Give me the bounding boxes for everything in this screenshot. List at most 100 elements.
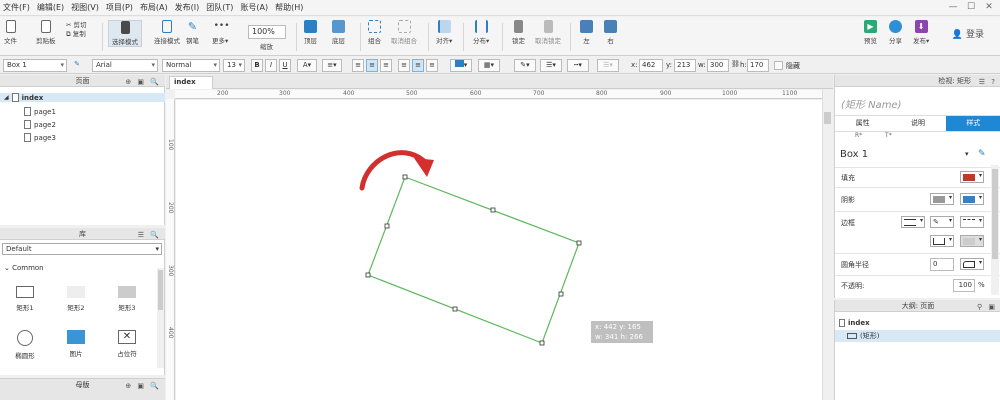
tab-style[interactable]: 样式	[945, 116, 1000, 131]
page-item-index[interactable]: ◢ index	[0, 93, 165, 102]
library-scrollbar[interactable]	[157, 268, 164, 368]
bold-button[interactable]: B	[251, 59, 263, 72]
close-icon[interactable]: ✕	[980, 0, 998, 14]
widget-box1[interactable]: 矩形1	[5, 286, 45, 312]
outline-header-icons[interactable]: ⚲ ▣	[977, 301, 997, 313]
group-button[interactable]: 组合	[368, 20, 381, 45]
shadow-color-picker[interactable]	[960, 193, 984, 205]
widget-style-select[interactable]: Box 1	[3, 59, 67, 72]
login-button[interactable]: 👤 登录	[952, 27, 984, 40]
inspector-scrollbar[interactable]	[991, 165, 999, 295]
height-input[interactable]: 170	[747, 59, 769, 72]
arrow-style-button[interactable]: ☰▾	[597, 59, 619, 72]
paste-button[interactable]: 剪贴板	[36, 20, 56, 45]
style-edit-icon[interactable]: ✎	[978, 149, 986, 159]
border-style-picker[interactable]	[960, 216, 984, 228]
tab-index[interactable]: index ×	[169, 76, 213, 97]
highlight-button[interactable]: ≡▾	[322, 59, 342, 72]
master-header-icons[interactable]: ⊕ ▣ 🔍	[125, 380, 161, 392]
valign-middle-button[interactable]: ≡	[412, 59, 424, 72]
font-size-select[interactable]: 13	[223, 59, 245, 72]
valign-top-button[interactable]: ≡	[398, 59, 410, 72]
ungroup-button[interactable]: 取消组合	[391, 20, 417, 45]
align-button[interactable]: 对齐▾	[436, 20, 452, 45]
menu-edit[interactable]: 编辑(E)	[37, 2, 64, 13]
library-select[interactable]: Default	[2, 243, 162, 255]
maximize-icon[interactable]: ☐	[962, 0, 980, 14]
right-button[interactable]: 右	[604, 20, 617, 45]
style-name-select[interactable]: Box 1	[840, 149, 868, 160]
fill-color-picker[interactable]	[960, 171, 984, 183]
inspector-header-icons[interactable]: ☰ ?	[979, 76, 997, 88]
border-width-picker[interactable]	[901, 216, 925, 228]
align-left-text-button[interactable]: ≡	[352, 59, 364, 72]
lock-button[interactable]: 锁定	[512, 20, 525, 45]
arrow-picker[interactable]	[960, 235, 984, 247]
link-aspect-icon[interactable]: ⛓	[731, 59, 740, 72]
left-button[interactable]: 左	[580, 20, 593, 45]
style-dropdown-icon[interactable]: ▾	[965, 150, 969, 158]
library-group-common[interactable]: ⌄ Common	[4, 264, 44, 272]
publish-button[interactable]: ⬇ 发布▾	[913, 20, 929, 45]
shadow-type-picker[interactable]	[930, 193, 954, 205]
widget-box2[interactable]: 矩形2	[56, 286, 96, 312]
align-center-text-button[interactable]: ≡	[366, 59, 378, 72]
library-header-icons[interactable]: ☰ 🔍	[138, 229, 161, 241]
font-family-select[interactable]: Arial	[92, 59, 158, 72]
widget-image[interactable]: 图片	[56, 330, 96, 358]
widget-placeholder[interactable]: ✕ 占位符	[107, 330, 147, 358]
menu-publish[interactable]: 发布(I)	[175, 2, 200, 13]
line-style-button[interactable]: ┅▾	[567, 59, 589, 72]
bring-to-top-button[interactable]: 顶层	[304, 20, 317, 45]
pen-button[interactable]: ✎ 钢笔	[186, 20, 199, 45]
menu-view[interactable]: 视图(V)	[71, 2, 99, 13]
style-edit-icon[interactable]: ✎	[71, 59, 83, 72]
menu-help[interactable]: 帮助(H)	[275, 2, 303, 13]
cut-button[interactable]: ✂ 剪切	[66, 21, 87, 30]
pages-header-icons[interactable]: ⊕ ▣ 🔍	[125, 76, 161, 88]
select-mode-button[interactable]: 选择模式	[108, 20, 142, 47]
send-to-bottom-button[interactable]: 底层	[332, 20, 345, 45]
connect-mode-button[interactable]: 连接模式	[154, 20, 180, 45]
copy-button[interactable]: ⧉ 复制	[66, 30, 87, 39]
page-item-page3[interactable]: page3	[24, 133, 56, 142]
line-color-button[interactable]: ✎▾	[514, 59, 536, 72]
page-item-page1[interactable]: page1	[24, 107, 56, 116]
zoom-select[interactable]: 100%	[248, 25, 286, 39]
line-width-button[interactable]: ☰▾	[540, 59, 562, 72]
tab-notes[interactable]: 说明	[890, 116, 945, 131]
shape-name-input[interactable]: (矩形 Name)	[841, 96, 901, 111]
border-sides-picker[interactable]	[930, 235, 954, 247]
fill-color-button[interactable]: ▾	[450, 59, 472, 72]
menu-team[interactable]: 团队(T)	[206, 2, 233, 13]
align-right-text-button[interactable]: ≡	[380, 59, 392, 72]
rotated-rectangle[interactable]	[367, 176, 580, 344]
page-item-page2[interactable]: page2	[24, 120, 56, 129]
outline-item-index[interactable]: index	[835, 317, 1000, 329]
y-input[interactable]: 213	[674, 59, 696, 72]
hidden-checkbox[interactable]	[774, 61, 783, 70]
widget-box3[interactable]: 矩形3	[107, 286, 147, 312]
widget-ellipse[interactable]: 椭圆形	[5, 330, 45, 360]
minimize-icon[interactable]: —	[944, 0, 962, 14]
font-weight-select[interactable]: Normal	[162, 59, 220, 72]
new-file-button[interactable]: 文件	[4, 20, 17, 45]
outline-item-rectangle[interactable]: (矩形)	[835, 330, 1000, 342]
menu-file[interactable]: 文件(F)	[3, 2, 30, 13]
radius-input[interactable]: 0	[930, 258, 954, 271]
menu-account[interactable]: 账号(A)	[240, 2, 268, 13]
x-input[interactable]: 462	[639, 59, 663, 72]
width-input[interactable]: 300	[707, 59, 729, 72]
distribute-button[interactable]: 分布▾	[473, 20, 489, 45]
menu-layout[interactable]: 布局(A)	[140, 2, 168, 13]
unlock-button[interactable]: 取消锁定	[535, 20, 561, 45]
canvas-scrollbar[interactable]	[822, 90, 832, 400]
selection-handles[interactable]	[365, 174, 582, 346]
more-tools-button[interactable]: ••• 更多▾	[212, 20, 230, 45]
italic-button[interactable]: I	[265, 59, 277, 72]
tab-properties[interactable]: 属性	[835, 116, 890, 131]
corner-picker[interactable]	[960, 258, 984, 270]
preview-button[interactable]: ▶ 预览	[864, 20, 877, 45]
design-canvas[interactable]	[176, 100, 822, 400]
underline-button[interactable]: U	[279, 59, 291, 72]
